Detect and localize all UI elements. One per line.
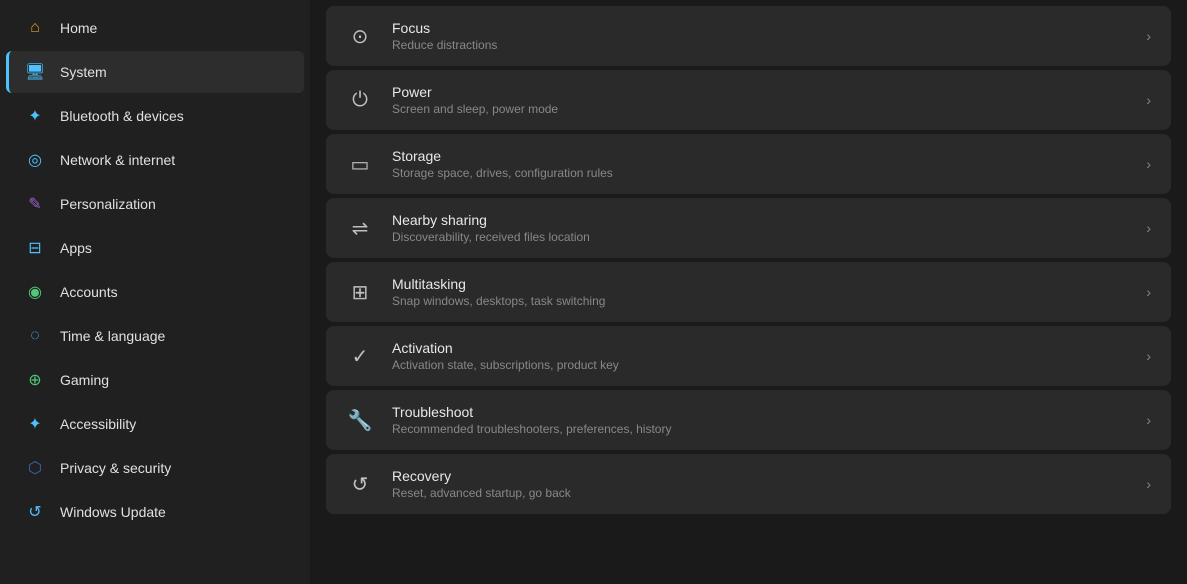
privacy-icon: ⬡ xyxy=(24,457,46,479)
settings-item-storage[interactable]: ▭ Storage Storage space, drives, configura… xyxy=(326,134,1171,194)
home-icon: ⌂ xyxy=(24,17,46,39)
storage-chevron-icon: › xyxy=(1146,156,1151,172)
sidebar-item-time[interactable]: ◌ Time & language xyxy=(6,315,304,357)
multitasking-icon: ⊞ xyxy=(346,278,374,306)
nearby-icon: ⇌ xyxy=(346,214,374,242)
activation-icon: ✓ xyxy=(346,342,374,370)
sidebar-item-system[interactable]: 🖥 System xyxy=(6,51,304,93)
sidebar: ⌂ Home 🖥 System ✦ Bluetooth & devices ◎ Network… xyxy=(0,0,310,584)
sidebar-item-label-accessibility: Accessibility xyxy=(60,416,136,432)
nearby-subtitle: Discoverability, received files location xyxy=(392,230,1128,244)
accounts-icon: ◉ xyxy=(24,281,46,303)
power-subtitle: Screen and sleep, power mode xyxy=(392,102,1128,116)
sidebar-item-personalization[interactable]: ✎ Personalization xyxy=(6,183,304,225)
power-title: Power xyxy=(392,84,1128,100)
power-icon: ⏻ xyxy=(346,86,374,114)
apps-icon: ⊟ xyxy=(24,237,46,259)
focus-title: Focus xyxy=(392,20,1128,36)
troubleshoot-subtitle: Recommended troubleshooters, preferences… xyxy=(392,422,1128,436)
sidebar-item-label-home: Home xyxy=(60,20,97,36)
recovery-icon: ↺ xyxy=(346,470,374,498)
sidebar-item-label-network: Network & internet xyxy=(60,152,175,168)
main-content: ⊙ Focus Reduce distractions › ⏻ Power Screen a… xyxy=(310,0,1187,584)
sidebar-item-accounts[interactable]: ◉ Accounts xyxy=(6,271,304,313)
storage-title: Storage xyxy=(392,148,1128,164)
personalization-icon: ✎ xyxy=(24,193,46,215)
bluetooth-icon: ✦ xyxy=(24,105,46,127)
multitasking-title: Multitasking xyxy=(392,276,1128,292)
sidebar-item-label-personalization: Personalization xyxy=(60,196,156,212)
troubleshoot-icon: 🔧 xyxy=(346,406,374,434)
focus-chevron-icon: › xyxy=(1146,28,1151,44)
sidebar-item-bluetooth[interactable]: ✦ Bluetooth & devices xyxy=(6,95,304,137)
accessibility-icon: ✦ xyxy=(24,413,46,435)
sidebar-item-label-time: Time & language xyxy=(60,328,165,344)
activation-title: Activation xyxy=(392,340,1128,356)
sidebar-item-label-system: System xyxy=(60,64,107,80)
sidebar-item-label-update: Windows Update xyxy=(60,504,166,520)
network-icon: ◎ xyxy=(24,149,46,171)
recovery-title: Recovery xyxy=(392,468,1128,484)
settings-item-multitasking[interactable]: ⊞ Multitasking Snap windows, desktops, tas… xyxy=(326,262,1171,322)
settings-item-power[interactable]: ⏻ Power Screen and sleep, power mode › xyxy=(326,70,1171,130)
troubleshoot-title: Troubleshoot xyxy=(392,404,1128,420)
focus-subtitle: Reduce distractions xyxy=(392,38,1128,52)
update-icon: ↺ xyxy=(24,501,46,523)
settings-item-focus[interactable]: ⊙ Focus Reduce distractions › xyxy=(326,6,1171,66)
sidebar-item-label-bluetooth: Bluetooth & devices xyxy=(60,108,184,124)
sidebar-item-network[interactable]: ◎ Network & internet xyxy=(6,139,304,181)
sidebar-item-label-apps: Apps xyxy=(60,240,92,256)
recovery-chevron-icon: › xyxy=(1146,476,1151,492)
sidebar-item-label-accounts: Accounts xyxy=(60,284,118,300)
sidebar-item-label-gaming: Gaming xyxy=(60,372,109,388)
sidebar-item-update[interactable]: ↺ Windows Update xyxy=(6,491,304,533)
time-icon: ◌ xyxy=(24,325,46,347)
sidebar-item-gaming[interactable]: ⊕ Gaming xyxy=(6,359,304,401)
multitasking-subtitle: Snap windows, desktops, task switching xyxy=(392,294,1128,308)
storage-icon: ▭ xyxy=(346,150,374,178)
sidebar-item-home[interactable]: ⌂ Home xyxy=(6,7,304,49)
focus-icon: ⊙ xyxy=(346,22,374,50)
activation-chevron-icon: › xyxy=(1146,348,1151,364)
sidebar-item-label-privacy: Privacy & security xyxy=(60,460,171,476)
sidebar-item-accessibility[interactable]: ✦ Accessibility xyxy=(6,403,304,445)
nearby-title: Nearby sharing xyxy=(392,212,1128,228)
gaming-icon: ⊕ xyxy=(24,369,46,391)
power-chevron-icon: › xyxy=(1146,92,1151,108)
settings-item-activation[interactable]: ✓ Activation Activation state, subscriptio… xyxy=(326,326,1171,386)
recovery-subtitle: Reset, advanced startup, go back xyxy=(392,486,1128,500)
storage-subtitle: Storage space, drives, configuration rul… xyxy=(392,166,1128,180)
nearby-chevron-icon: › xyxy=(1146,220,1151,236)
multitasking-chevron-icon: › xyxy=(1146,284,1151,300)
settings-item-troubleshoot[interactable]: 🔧 Troubleshoot Recommended troubleshooters… xyxy=(326,390,1171,450)
sidebar-item-privacy[interactable]: ⬡ Privacy & security xyxy=(6,447,304,489)
settings-item-recovery[interactable]: ↺ Recovery Reset, advanced startup, go bac… xyxy=(326,454,1171,514)
sidebar-item-apps[interactable]: ⊟ Apps xyxy=(6,227,304,269)
activation-subtitle: Activation state, subscriptions, product… xyxy=(392,358,1128,372)
troubleshoot-chevron-icon: › xyxy=(1146,412,1151,428)
settings-item-nearby[interactable]: ⇌ Nearby sharing Discoverability, received… xyxy=(326,198,1171,258)
system-icon: 🖥 xyxy=(24,61,46,83)
